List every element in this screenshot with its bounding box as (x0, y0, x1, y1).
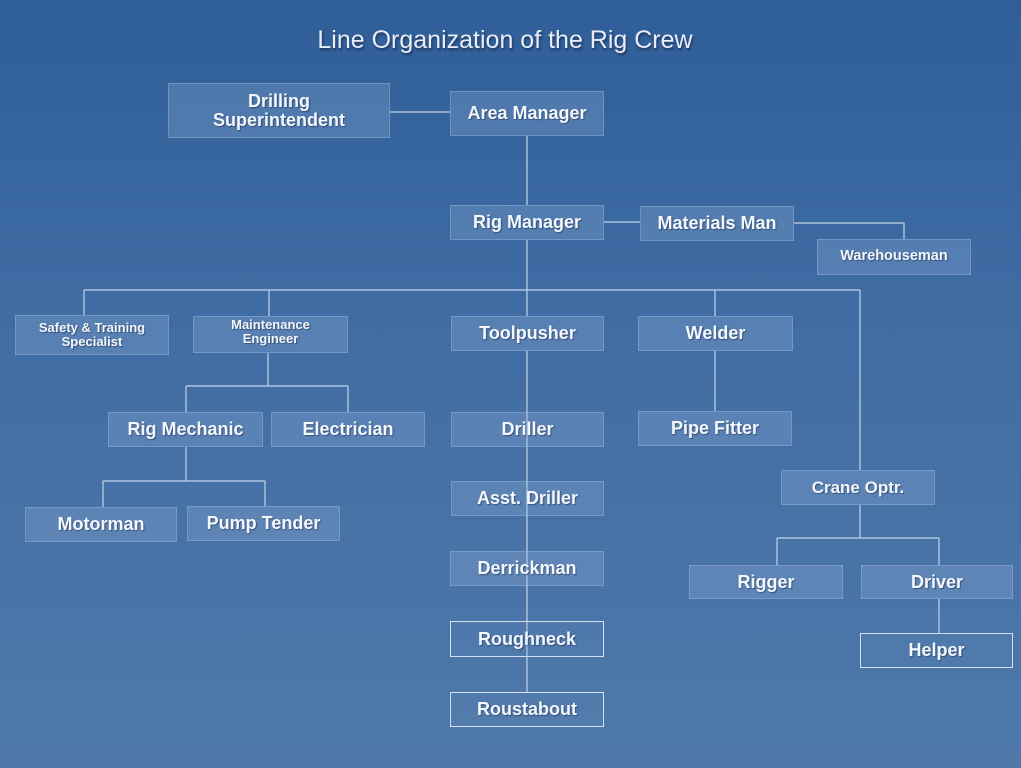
edge-materials-man-warehouseman (794, 222, 905, 239)
node-roughneck: Roughneck (450, 621, 604, 657)
node-warehouseman: Warehouseman (817, 239, 971, 275)
node-crane-optr: Crane Optr. (781, 470, 935, 505)
node-driver: Driver (861, 565, 1013, 599)
node-welder: Welder (638, 316, 793, 351)
node-pump-tender: Pump Tender (187, 506, 340, 541)
node-motorman: Motorman (25, 507, 177, 542)
node-roustabout: Roustabout (450, 692, 604, 727)
node-driller: Driller (451, 412, 604, 447)
node-maintenance-engineer: Maintenance Engineer (193, 316, 348, 353)
node-pipe-fitter: Pipe Fitter (638, 411, 792, 446)
node-derrickman: Derrickman (450, 551, 604, 586)
node-area-manager: Area Manager (450, 91, 604, 136)
node-rigger: Rigger (689, 565, 843, 599)
node-materials-man: Materials Man (640, 206, 794, 241)
node-asst-driller: Asst. Driller (451, 481, 604, 516)
node-rig-mechanic: Rig Mechanic (108, 412, 263, 447)
node-helper: Helper (860, 633, 1013, 668)
node-safety-training-specialist: Safety & Training Specialist (15, 315, 169, 355)
node-electrician: Electrician (271, 412, 425, 447)
node-toolpusher: Toolpusher (451, 316, 604, 351)
node-rig-manager: Rig Manager (450, 205, 604, 240)
node-drilling-superintendent: Drilling Superintendent (168, 83, 390, 138)
